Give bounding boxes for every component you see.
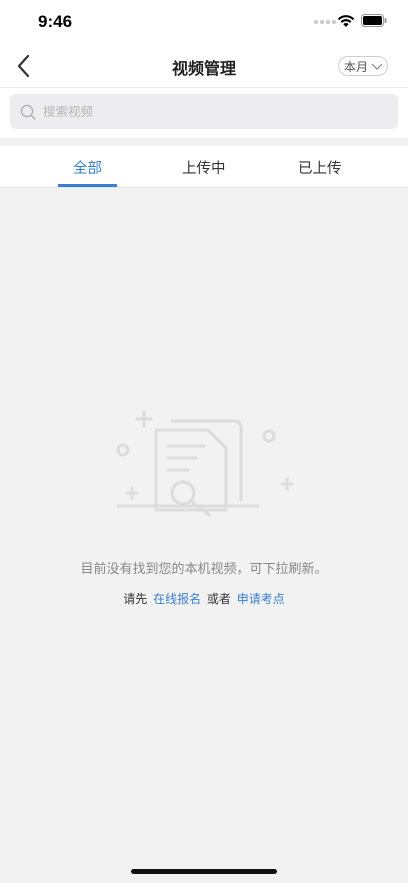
status-bar: 9:46 — [0, 0, 408, 44]
apply-exam-site-link[interactable]: 申请考点 — [237, 592, 285, 606]
signal-icon — [314, 20, 336, 24]
chevron-down-icon — [371, 63, 383, 70]
tab-uploaded[interactable]: 已上传 — [298, 157, 342, 178]
tab-bar: 全部 上传中 已上传 — [0, 146, 408, 188]
content-area[interactable]: 目前没有找到您的本机视频，可下拉刷新。 请先 在线报名 或者 申请考点 — [0, 188, 408, 883]
document-search-icon — [116, 410, 294, 517]
tab-all[interactable]: 全部 — [73, 157, 102, 178]
search-area — [0, 88, 408, 144]
tab-uploading[interactable]: 上传中 — [182, 157, 226, 178]
empty-state-prefix: 请先 — [123, 592, 148, 606]
empty-state-connector: 或者 — [206, 592, 231, 606]
register-online-link[interactable]: 在线报名 — [153, 592, 201, 606]
empty-state-actions: 请先 在线报名 或者 申请考点 — [0, 590, 408, 607]
search-icon — [20, 104, 36, 120]
home-indicator[interactable] — [131, 869, 277, 874]
status-time: 9:46 — [38, 12, 73, 31]
battery-icon — [361, 14, 387, 27]
divider — [0, 138, 408, 146]
empty-state-message: 目前没有找到您的本机视频，可下拉刷新。 — [80, 562, 328, 577]
wifi-icon — [337, 15, 355, 27]
period-select[interactable]: 本月 — [338, 56, 388, 76]
active-tab-indicator — [58, 184, 117, 187]
period-select-value: 本月 — [344, 59, 369, 74]
search-input[interactable] — [43, 94, 383, 129]
nav-bar: 视频管理 本月 — [0, 44, 408, 88]
search-box[interactable] — [10, 94, 398, 129]
